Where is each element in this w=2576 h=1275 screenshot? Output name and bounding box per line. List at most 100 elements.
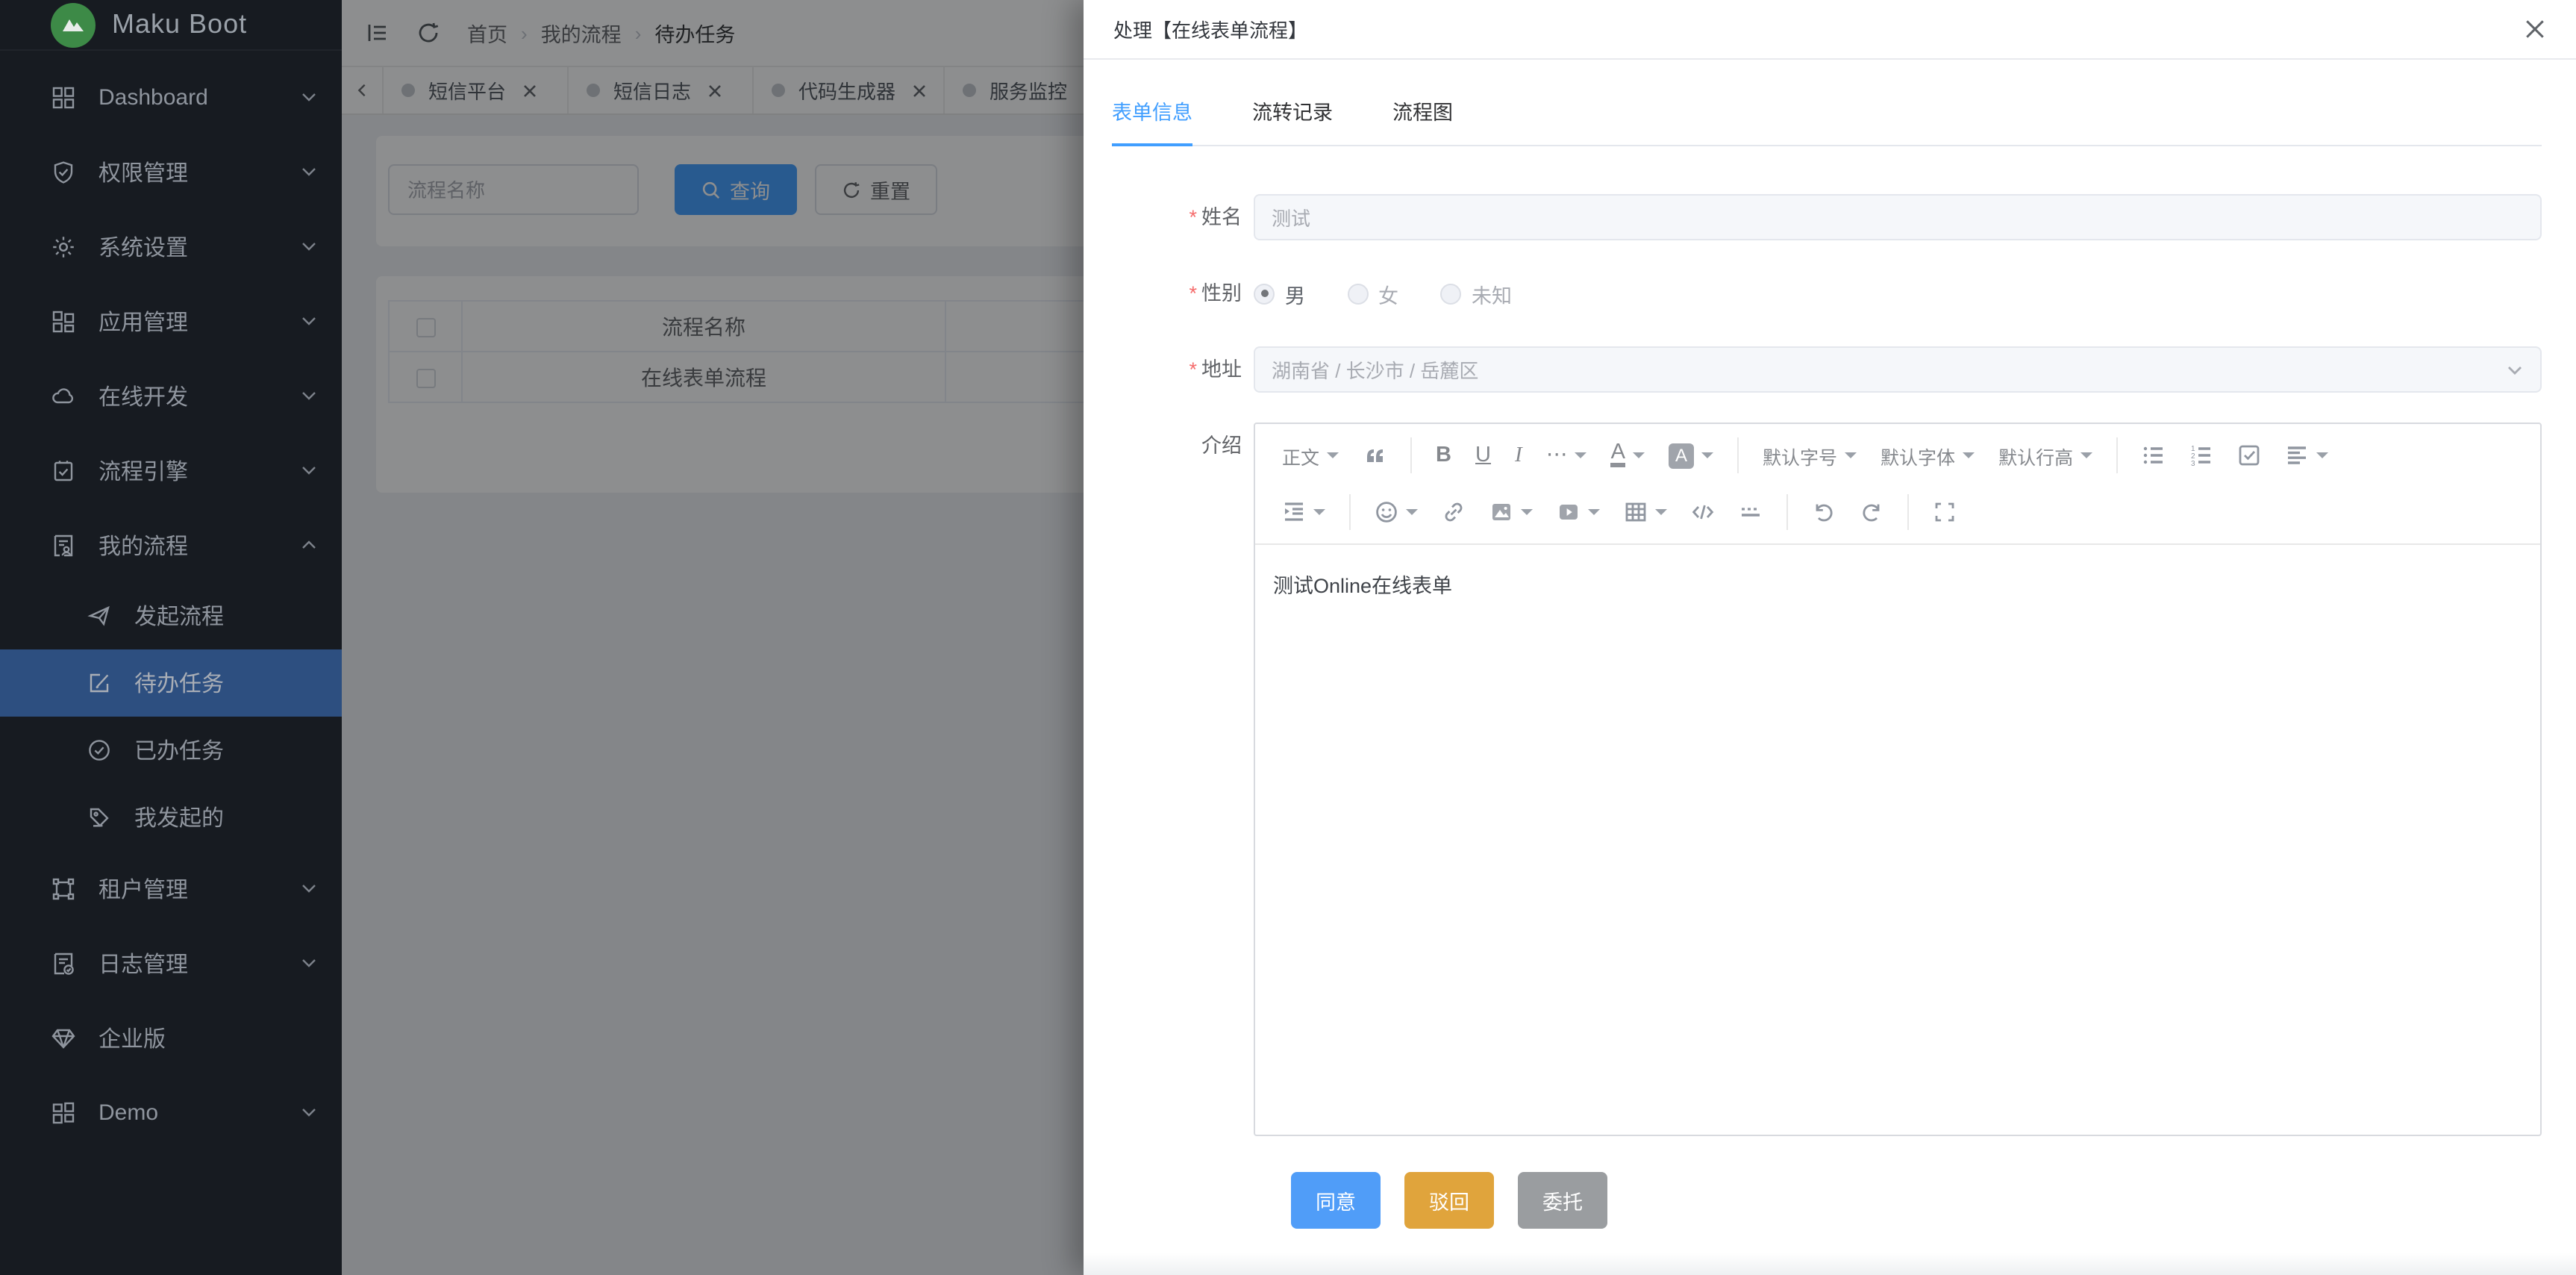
toolbar-row-2 [1270,484,2531,540]
sidebar-item-online-dev[interactable]: 在线开发 [0,358,342,433]
bullet-list-button[interactable] [2130,433,2178,478]
chevron-down-icon [300,461,318,479]
table-dropdown[interactable] [1612,490,1679,534]
chevron-down-icon [300,237,318,255]
paragraph-style-label: 正文 [1282,441,1319,470]
caret-down-icon [1655,509,1667,515]
fullscreen-button[interactable] [1921,490,1969,534]
more-styles-dropdown[interactable]: ⋯ [1534,433,1599,478]
sidebar-item-initiated-by-me[interactable]: 我发起的 [0,784,342,851]
bg-color-dropdown[interactable]: A [1657,433,1725,478]
tab-form-info[interactable]: 表单信息 [1112,96,1192,145]
underline-button[interactable]: U [1463,433,1503,478]
sidebar-item-tenant[interactable]: 租户管理 [0,851,342,926]
ordered-list-button[interactable]: 123 [2178,433,2225,478]
video-dropdown[interactable] [1545,490,1612,534]
apps-icon [51,308,76,334]
sidebar-item-logs[interactable]: 日志管理 [0,926,342,1000]
sidebar-item-my-process[interactable]: 我的流程 [0,508,342,582]
sidebar-item-done-tasks[interactable]: 已办任务 [0,717,342,784]
font-size-dropdown[interactable]: 默认字号 [1751,433,1869,478]
image-icon [1489,500,1513,524]
caret-down-icon [1327,452,1339,458]
sidebar-item-system[interactable]: 系统设置 [0,209,342,284]
toolbar-separator [1737,437,1739,473]
tab-flow-records[interactable]: 流转记录 [1252,96,1333,145]
logo-mountain-icon [51,2,96,47]
name-label: 姓名 [1112,194,1254,240]
sidebar-item-label: 企业版 [99,1022,318,1053]
font-size-label: 默认字号 [1763,441,1837,470]
italic-button[interactable]: I [1503,433,1534,478]
chevron-down-icon [2506,361,2524,378]
gender-row: 性别 男 女 未知 [1112,270,2542,317]
sidebar-item-dashboard[interactable]: Dashboard [0,60,342,134]
radio-male[interactable]: 男 [1254,278,1305,308]
sidebar-menu: Dashboard 权限管理 系统设置 应用管理 在线开发 [0,51,342,1150]
chevron-down-icon [300,312,318,330]
quote-icon [1363,443,1387,467]
todo-list-button[interactable] [2225,433,2273,478]
image-dropdown[interactable] [1478,490,1545,534]
line-height-dropdown[interactable]: 默认行高 [1986,433,2104,478]
sidebar-item-demo[interactable]: Demo [0,1075,342,1150]
address-label: 地址 [1112,346,1254,393]
emoji-dropdown[interactable] [1363,490,1430,534]
redo-button[interactable] [1848,490,1895,534]
toolbar-separator [1786,494,1788,530]
caret-down-icon [1313,509,1325,515]
chevron-down-icon [300,387,318,405]
radio-unknown[interactable]: 未知 [1440,278,1512,308]
sidebar-item-label: 租户管理 [99,873,300,904]
align-dropdown[interactable] [2273,433,2340,478]
sidebar-item-process-engine[interactable]: 流程引擎 [0,433,342,508]
bold-button[interactable]: B [1424,433,1463,478]
divider-button[interactable] [1727,490,1775,534]
drawer-tabs: 表单信息 流转记录 流程图 [1112,96,2542,146]
sidebar-item-label: Dashboard [99,84,300,110]
undo-button[interactable] [1800,490,1848,534]
toolbar-separator [1410,437,1412,473]
rich-text-editor: 正文 B U I ⋯ A A 默认 [1254,423,2542,1136]
radio-female[interactable]: 女 [1347,278,1398,308]
sidebar-item-application[interactable]: 应用管理 [0,284,342,358]
caret-down-icon [1521,509,1533,515]
delegate-button[interactable]: 委托 [1518,1172,1607,1229]
editor-content[interactable]: 测试Online在线表单 [1255,545,2540,623]
document-check-icon [51,950,76,976]
emoji-icon [1375,500,1398,524]
name-field[interactable]: 测试 [1254,194,2542,240]
drawer-body: 表单信息 流转记录 流程图 姓名 测试 性别 [1084,96,2576,1275]
blockquote-button[interactable] [1351,433,1398,478]
toolbar-separator [1907,494,1909,530]
video-icon [1557,500,1581,524]
undo-icon [1812,500,1836,524]
gender-radio-group: 男 女 未知 [1254,270,2542,317]
sidebar-item-todo-tasks[interactable]: 待办任务 [0,649,342,717]
sidebar-item-label: 我的流程 [99,529,300,561]
close-icon[interactable] [2524,18,2546,40]
sidebar-item-initiate-process[interactable]: 发起流程 [0,582,342,649]
code-block-button[interactable] [1679,490,1727,534]
address-select[interactable]: 湖南省 / 长沙市 / 岳麓区 [1254,346,2542,393]
bold-icon: B [1436,443,1451,467]
document-user-icon [51,532,76,558]
indent-dropdown[interactable] [1270,490,1337,534]
sidebar-item-permission[interactable]: 权限管理 [0,134,342,209]
chevron-down-icon [300,879,318,897]
font-color-dropdown[interactable]: A [1599,433,1657,478]
paragraph-style-dropdown[interactable]: 正文 [1270,433,1351,478]
reject-button[interactable]: 驳回 [1404,1172,1494,1229]
font-family-dropdown[interactable]: 默认字体 [1869,433,1986,478]
send-icon [87,603,112,629]
link-button[interactable] [1430,490,1478,534]
radio-dot-icon [1254,283,1275,304]
chevron-down-icon [300,88,318,106]
tab-flow-diagram[interactable]: 流程图 [1392,96,1453,145]
frame-icon [51,876,76,901]
approve-button[interactable]: 同意 [1291,1172,1381,1229]
sidebar-item-label: 在线开发 [99,380,300,411]
caret-down-icon [1701,452,1713,458]
sidebar-item-enterprise[interactable]: 企业版 [0,1000,342,1075]
horizontal-rule-icon [1739,500,1763,524]
